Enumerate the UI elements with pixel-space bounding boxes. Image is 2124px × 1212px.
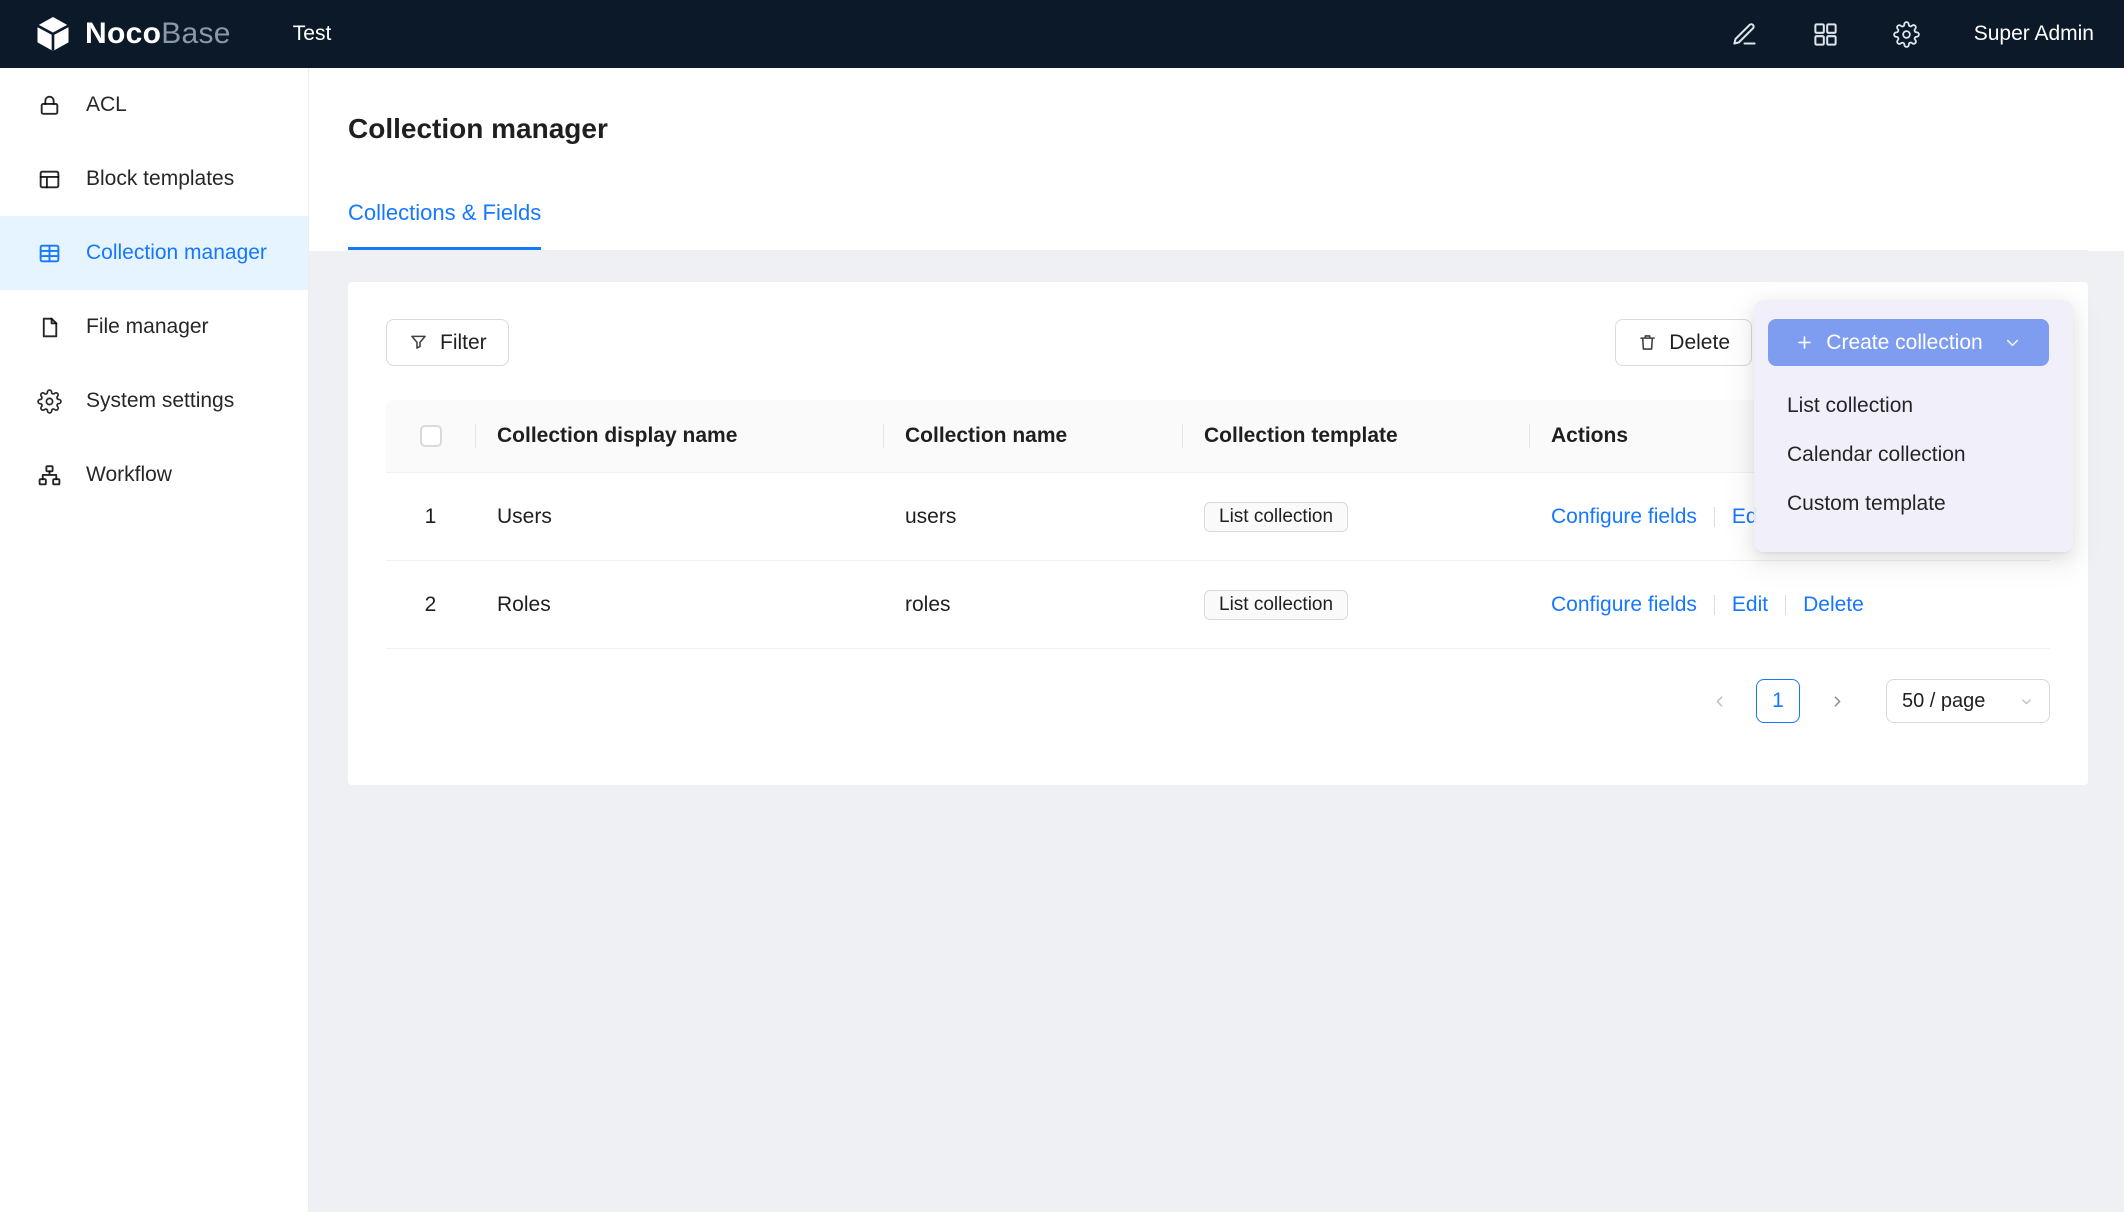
top-bar: NocoBase Test Super Ad bbox=[0, 0, 2124, 68]
brand-text: NocoBase bbox=[85, 17, 231, 51]
sidebar-item-label: ACL bbox=[86, 93, 127, 117]
tab-bar: Collections & Fields bbox=[348, 200, 2088, 251]
pagination-page-1[interactable]: 1 bbox=[1756, 679, 1800, 723]
delete-button-label: Delete bbox=[1669, 331, 1730, 355]
chevron-down-icon bbox=[2019, 694, 2034, 709]
sidebar: ACL Block templates Collection manager F… bbox=[0, 68, 309, 1212]
chevron-down-icon bbox=[2003, 333, 2022, 352]
ui-editor-pencil-icon[interactable] bbox=[1731, 21, 1758, 48]
layout-icon bbox=[37, 167, 62, 192]
configure-fields-link[interactable]: Configure fields bbox=[1551, 505, 1697, 529]
sidebar-item-file-manager[interactable]: File manager bbox=[0, 290, 308, 364]
create-collection-dropdown: Create collection List collection Calend… bbox=[1754, 300, 2073, 552]
settings-gear-icon[interactable] bbox=[1893, 21, 1920, 48]
chevron-right-icon bbox=[1829, 693, 1846, 710]
workflow-icon bbox=[37, 463, 62, 488]
select-all-checkbox[interactable] bbox=[420, 425, 442, 447]
column-header-display-name: Collection display name bbox=[475, 424, 883, 448]
plus-icon bbox=[1795, 333, 1814, 352]
brand-primary: Noco bbox=[85, 17, 161, 50]
sidebar-item-block-templates[interactable]: Block templates bbox=[0, 142, 308, 216]
menu-item-calendar-collection[interactable]: Calendar collection bbox=[1754, 430, 2073, 479]
page-size-select[interactable]: 50 / page bbox=[1886, 679, 2050, 723]
actions-group: Configure fields Edit Delete bbox=[1551, 593, 2050, 617]
sidebar-item-label: Workflow bbox=[86, 463, 172, 487]
action-divider bbox=[1714, 595, 1715, 615]
delete-link[interactable]: Delete bbox=[1803, 593, 1864, 617]
page-header: Collection manager Collections & Fields bbox=[309, 68, 2124, 251]
template-tag: List collection bbox=[1204, 590, 1348, 620]
nocobase-logo[interactable]: NocoBase bbox=[33, 14, 231, 54]
sidebar-item-collection-manager[interactable]: Collection manager bbox=[0, 216, 308, 290]
edit-link[interactable]: Edit bbox=[1732, 593, 1768, 617]
pagination-next-button[interactable] bbox=[1815, 679, 1859, 723]
table-row-roles: 2 Roles roles List collection Configure … bbox=[386, 561, 2050, 649]
top-bar-right: Super Admin bbox=[1731, 21, 2094, 48]
file-icon bbox=[37, 315, 62, 340]
main-area: Collection manager Collections & Fields … bbox=[309, 68, 2124, 1212]
create-collection-button[interactable]: Create collection bbox=[1768, 319, 2049, 366]
column-header-collection-template: Collection template bbox=[1182, 424, 1529, 448]
sidebar-item-label: Block templates bbox=[86, 167, 234, 191]
collection-name-cell: users bbox=[883, 505, 1182, 529]
template-cell: List collection bbox=[1182, 502, 1529, 532]
row-index: 2 bbox=[386, 593, 475, 617]
sidebar-item-workflow[interactable]: Workflow bbox=[0, 438, 308, 512]
collections-card: Filter Delete Collection bbox=[348, 282, 2088, 785]
content-area: Filter Delete Collection bbox=[309, 251, 2124, 1212]
table-icon bbox=[37, 241, 62, 266]
display-name-cell: Roles bbox=[475, 593, 883, 617]
sidebar-item-label: Collection manager bbox=[86, 241, 267, 265]
lock-icon bbox=[37, 93, 62, 118]
display-name-cell: Users bbox=[475, 505, 883, 529]
cube-logo-icon bbox=[33, 14, 73, 54]
pagination-prev-button[interactable] bbox=[1697, 679, 1741, 723]
actions-group: Configure fields Edit Delete bbox=[1551, 505, 1757, 529]
configure-fields-link[interactable]: Configure fields bbox=[1551, 593, 1697, 617]
filter-button[interactable]: Filter bbox=[386, 319, 509, 366]
sidebar-item-label: File manager bbox=[86, 315, 209, 339]
top-menu-item-test[interactable]: Test bbox=[293, 22, 332, 46]
sidebar-item-acl[interactable]: ACL bbox=[0, 68, 308, 142]
sidebar-item-system-settings[interactable]: System settings bbox=[0, 364, 308, 438]
template-cell: List collection bbox=[1182, 590, 1529, 620]
delete-button[interactable]: Delete bbox=[1615, 319, 1752, 366]
create-collection-menu: List collection Calendar collection Cust… bbox=[1754, 381, 2073, 528]
trash-icon bbox=[1637, 332, 1658, 353]
column-header-collection-name: Collection name bbox=[883, 424, 1182, 448]
action-divider bbox=[1714, 507, 1715, 527]
menu-item-list-collection[interactable]: List collection bbox=[1754, 381, 2073, 430]
user-menu[interactable]: Super Admin bbox=[1974, 22, 2094, 46]
tab-collections-fields[interactable]: Collections & Fields bbox=[348, 200, 541, 250]
select-all-cell bbox=[386, 425, 475, 447]
template-tag: List collection bbox=[1204, 502, 1348, 532]
page-size-value: 50 / page bbox=[1902, 690, 1985, 713]
sidebar-item-label: System settings bbox=[86, 389, 234, 413]
actions-cell: Configure fields Edit Delete bbox=[1529, 593, 2050, 617]
collection-name-cell: roles bbox=[883, 593, 1182, 617]
body-row: ACL Block templates Collection manager F… bbox=[0, 68, 2124, 1212]
apps-grid-icon[interactable] bbox=[1812, 21, 1839, 48]
filter-button-label: Filter bbox=[440, 331, 487, 355]
action-divider bbox=[1785, 595, 1786, 615]
page-title: Collection manager bbox=[348, 112, 2088, 146]
gear-icon bbox=[37, 389, 62, 414]
row-index: 1 bbox=[386, 505, 475, 529]
filter-funnel-icon bbox=[408, 332, 429, 353]
menu-item-custom-template[interactable]: Custom template bbox=[1754, 479, 2073, 528]
chevron-left-icon bbox=[1711, 693, 1728, 710]
brand-secondary: Base bbox=[161, 17, 231, 50]
pagination: 1 50 / page bbox=[386, 679, 2050, 723]
app-window: NocoBase Test Super Ad bbox=[0, 0, 2124, 1212]
create-collection-label: Create collection bbox=[1826, 331, 1982, 355]
